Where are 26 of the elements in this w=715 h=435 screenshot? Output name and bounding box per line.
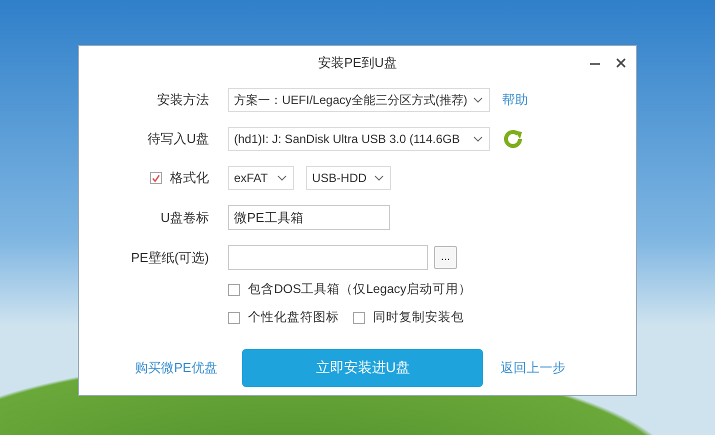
browse-button[interactable]: ... xyxy=(434,246,457,269)
filesystem-dropdown[interactable]: exFAT xyxy=(228,166,294,190)
option-checkbox[interactable] xyxy=(353,312,365,324)
volume-label-field[interactable]: 微PE工具箱 xyxy=(228,205,390,230)
format-checkbox[interactable] xyxy=(150,172,162,184)
install-method-dropdown[interactable]: 方案一：UEFI/Legacy全能三分区方式(推荐) xyxy=(228,88,490,112)
refresh-icon[interactable] xyxy=(502,128,524,150)
option-label: 同时复制安装包 xyxy=(373,309,464,326)
close-icon[interactable] xyxy=(614,56,628,70)
chevron-down-icon xyxy=(277,175,287,181)
wallpaper-label: PE壁纸(可选) xyxy=(131,248,209,266)
install-method-label: 安装方法 xyxy=(157,91,209,109)
option-checkbox[interactable] xyxy=(228,284,240,296)
volume-label-label: U盘卷标 xyxy=(160,208,209,226)
format-label: 格式化 xyxy=(170,169,209,187)
option-label: 包含DOS工具箱（仅Legacy启动可用） xyxy=(248,281,472,298)
drive-dropdown[interactable]: (hd1)I: J: SanDisk Ultra USB 3.0 (114.6GB xyxy=(228,127,490,151)
chevron-down-icon xyxy=(473,136,483,142)
boot-mode-dropdown[interactable]: USB-HDD xyxy=(306,166,391,190)
option-checkbox[interactable] xyxy=(228,312,240,324)
wallpaper-path-field[interactable] xyxy=(228,245,428,270)
chevron-down-icon xyxy=(374,175,384,181)
option-label: 个性化盘符图标 xyxy=(248,309,339,326)
chevron-down-icon xyxy=(473,97,483,103)
window-title: 安装PE到U盘 xyxy=(318,54,397,72)
drive-label: 待写入U盘 xyxy=(148,130,209,148)
